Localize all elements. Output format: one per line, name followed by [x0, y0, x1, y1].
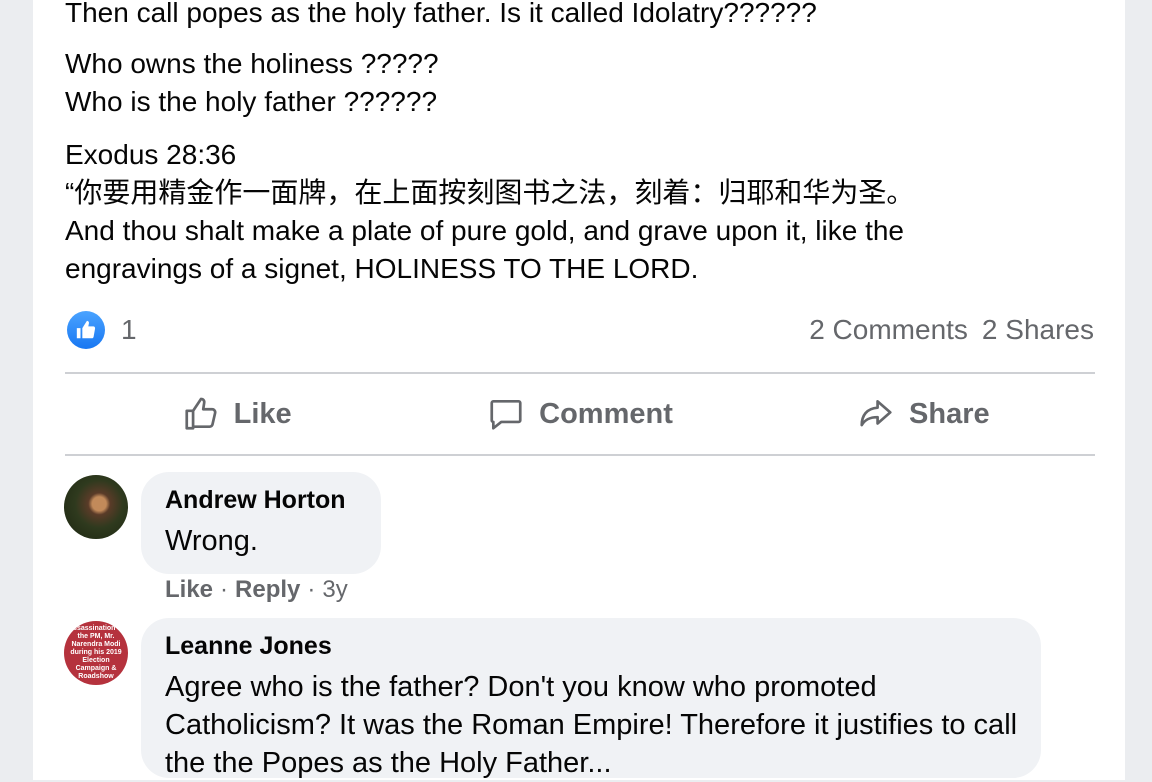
- shares-count[interactable]: 2 Shares: [982, 311, 1094, 349]
- share-button[interactable]: Share: [752, 375, 1095, 453]
- reaction-count: 1: [121, 314, 137, 345]
- comment-bubble: Leanne Jones Agree who is the father? Do…: [141, 618, 1041, 779]
- reactions-summary[interactable]: 1: [67, 311, 137, 349]
- post-text-line: And thou shalt make a plate of pure gold…: [65, 215, 905, 246]
- comment-bubble: Andrew Horton Wrong.: [141, 472, 381, 574]
- post-text-line: Who owns the holiness ?????: [65, 48, 439, 79]
- comment-author[interactable]: Andrew Horton: [165, 486, 346, 515]
- comment-label: Comment: [539, 397, 673, 430]
- post-actions: Like Comment Share: [65, 375, 1095, 453]
- divider: [65, 454, 1095, 456]
- divider: [65, 372, 1095, 374]
- separator-dot: ·: [307, 576, 316, 603]
- post-text-line: Then call popes as the holy father. Is i…: [65, 0, 817, 28]
- comment-text: Wrong.: [165, 525, 258, 557]
- like-label: Like: [233, 397, 292, 430]
- comment-button[interactable]: Comment: [408, 375, 751, 453]
- comment-author[interactable]: Leanne Jones: [165, 632, 332, 661]
- comment-meta: Like · Reply · 3y: [165, 576, 348, 604]
- separator-dot: ·: [220, 576, 229, 603]
- comment-text: Agree who is the father? Don't you know …: [165, 671, 1018, 779]
- share-arrow-icon: [857, 395, 895, 433]
- post-text-line: engravings of a signet, HOLINESS TO THE …: [65, 253, 699, 284]
- comment-reply-link[interactable]: Reply: [235, 576, 300, 604]
- post-text-line: Exodus 28:36: [65, 139, 237, 170]
- avatar[interactable]: [64, 475, 128, 539]
- comment-like-link[interactable]: Like: [165, 576, 213, 604]
- comments-count[interactable]: 2 Comments: [809, 311, 968, 349]
- comment-age[interactable]: 3y: [322, 576, 347, 604]
- avatar[interactable]: Assassination of the PM, Mr. Narendra Mo…: [64, 621, 128, 685]
- post-text-line: “你要用精金作一面牌，在上面按刻图书之法，刻着：归耶和华为圣。: [65, 177, 915, 208]
- speech-bubble-icon: [487, 395, 525, 433]
- share-label: Share: [909, 397, 990, 430]
- engagement-counts: 2 Comments 2 Shares: [809, 311, 1094, 349]
- avatar-caption: Assassination of the PM, Mr. Narendra Mo…: [68, 625, 125, 680]
- thumbs-up-outline-icon: [182, 395, 220, 433]
- post-text-line: Who is the holy father ??????: [65, 86, 438, 117]
- thumbs-up-icon: [67, 311, 105, 349]
- like-button[interactable]: Like: [65, 375, 408, 453]
